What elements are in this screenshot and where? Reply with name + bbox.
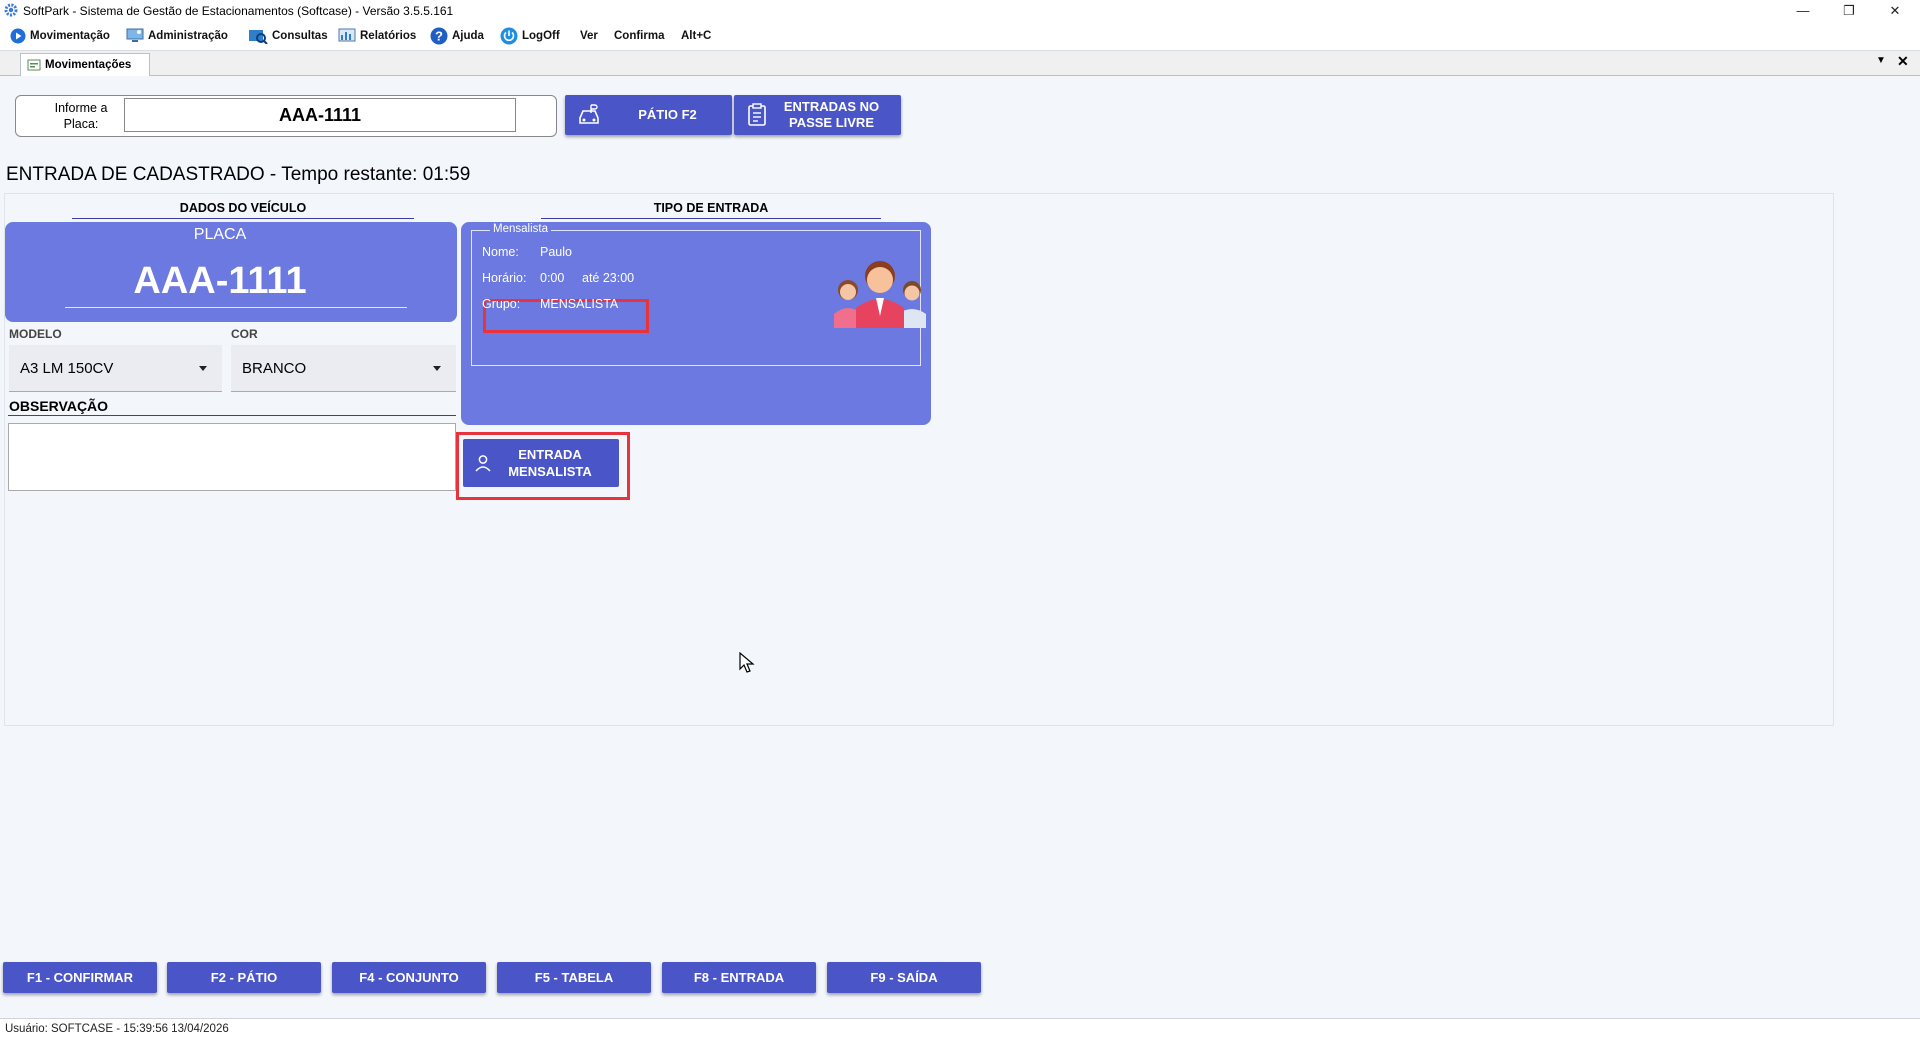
- menu-label: LogOff: [522, 30, 560, 42]
- menu-label: Movimentação: [30, 30, 110, 42]
- tab-movimentacoes[interactable]: Movimentações: [20, 53, 150, 76]
- minimize-button[interactable]: —: [1780, 0, 1826, 22]
- car-parking-icon: [579, 104, 599, 124]
- schedule-from: 0:00: [540, 271, 565, 285]
- tab-dropdown-icon[interactable]: ▼: [1876, 55, 1886, 66]
- vehicle-section-underline: [72, 218, 414, 219]
- menu-relatorios[interactable]: Relatórios: [338, 27, 416, 45]
- entry-type-card: Mensalista Nome: Paulo Horário: 0:00 até…: [461, 222, 931, 425]
- name-label: Nome:: [482, 245, 519, 259]
- model-value: A3 LM 150CV: [20, 359, 114, 377]
- f5-tabela-button[interactable]: F5 - TABELA: [497, 962, 651, 993]
- plate-input[interactable]: [124, 98, 516, 132]
- model-select[interactable]: A3 LM 150CV: [9, 345, 222, 392]
- help-icon: ?: [430, 27, 448, 45]
- document-tab-strip: Movimentações ▼ ✕: [0, 51, 1920, 76]
- menu-bar: Movimentação Administração Consultas Rel…: [0, 22, 1920, 51]
- entry-status-header: ENTRADA DE CADASTRADO - Tempo restante: …: [6, 164, 471, 185]
- svg-text:?: ?: [435, 29, 443, 44]
- menu-administracao[interactable]: Administração: [126, 27, 228, 45]
- menu-ajuda[interactable]: ? Ajuda: [430, 27, 484, 45]
- f8-entrada-button[interactable]: F8 - ENTRADA: [662, 962, 816, 993]
- menu-logoff[interactable]: LogOff: [500, 27, 560, 45]
- plate-value: AAA-1111: [133, 260, 307, 302]
- mensalista-legend: Mensalista: [490, 223, 551, 235]
- passe-livre-button-label: ENTRADAS NO PASSE LIVRE: [783, 99, 880, 130]
- app-gear-icon: [4, 3, 18, 17]
- people-group-icon: [834, 261, 926, 328]
- menu-label: Consultas: [272, 30, 328, 42]
- restore-button[interactable]: ❐: [1826, 0, 1872, 22]
- report-icon: [338, 28, 356, 42]
- window-title: SoftPark - Sistema de Gestão de Estacion…: [23, 4, 454, 18]
- chevron-down-icon: [199, 365, 207, 371]
- group-label: Grupo:: [482, 297, 521, 311]
- f4-conjunto-button[interactable]: F4 - CONJUNTO: [332, 962, 486, 993]
- observation-underline: [8, 415, 456, 416]
- plate-underline: [65, 307, 407, 308]
- tab-label: Movimentações: [45, 59, 132, 71]
- plate-entry-group: Informe a Placa:: [15, 95, 557, 137]
- status-text: Usuário: SOFTCASE - 15:39:56 13/04/2026: [5, 1023, 229, 1035]
- menu-consultas[interactable]: Consultas: [248, 27, 328, 45]
- power-icon: [500, 27, 518, 45]
- menu-label: Ajuda: [452, 30, 484, 42]
- play-icon: [10, 28, 26, 44]
- menu-movimentacao[interactable]: Movimentação: [10, 27, 110, 45]
- color-value: BRANCO: [242, 359, 307, 377]
- mouse-cursor-icon: [739, 652, 755, 673]
- vehicle-plate-card: PLACA AAA-1111: [5, 222, 457, 322]
- name-value: Paulo: [540, 245, 572, 259]
- entrada-mensalista-label: ENTRADA MENSALISTA: [508, 447, 592, 479]
- menu-alt-c[interactable]: Alt+C: [681, 27, 711, 45]
- observation-textarea[interactable]: [8, 423, 456, 491]
- observation-caption: OBSERVAÇÃO: [9, 398, 109, 414]
- entry-type-section-underline: [541, 218, 881, 219]
- f1-confirmar-button[interactable]: F1 - CONFIRMAR: [3, 962, 157, 993]
- chevron-down-icon: [433, 365, 441, 371]
- clipboard-icon: [748, 103, 766, 126]
- patio-button[interactable]: PÁTIO F2: [565, 95, 732, 135]
- entrada-mensalista-button[interactable]: ENTRADA MENSALISTA: [463, 439, 619, 487]
- menu-label: Administração: [148, 30, 228, 42]
- plate-caption: PLACA: [193, 226, 247, 243]
- entry-type-section-title: TIPO DE ENTRADA: [653, 201, 769, 215]
- form-icon: [27, 59, 41, 71]
- menu-confirma[interactable]: Confirma: [614, 27, 664, 45]
- schedule-label: Horário:: [482, 271, 527, 285]
- tab-close-icon[interactable]: ✕: [1897, 53, 1909, 70]
- entry-button-highlight-box: ENTRADA MENSALISTA: [456, 432, 630, 500]
- patio-button-label: PÁTIO F2: [638, 107, 697, 122]
- plate-label: Informe a Placa:: [54, 101, 108, 131]
- passe-livre-button[interactable]: ENTRADAS NO PASSE LIVRE: [734, 95, 901, 135]
- color-caption: COR: [231, 327, 258, 341]
- menu-ver[interactable]: Ver: [580, 27, 598, 45]
- menu-label: Relatórios: [360, 30, 417, 42]
- group-value: MENSALISTA: [540, 297, 619, 311]
- color-select[interactable]: BRANCO: [231, 345, 456, 392]
- monitor-icon: [126, 28, 144, 42]
- f2-patio-button[interactable]: F2 - PÁTIO: [167, 962, 321, 993]
- close-window-button[interactable]: ✕: [1872, 0, 1918, 22]
- user-icon: [475, 455, 491, 472]
- search-icon: [249, 30, 268, 44]
- model-caption: MODELO: [9, 327, 62, 341]
- status-bar: Usuário: SOFTCASE - 15:39:56 13/04/2026: [0, 1018, 1920, 1041]
- f9-saida-button[interactable]: F9 - SAÍDA: [827, 962, 981, 993]
- mensalista-groupbox: Mensalista Nome: Paulo Horário: 0:00 até…: [471, 223, 926, 366]
- title-bar: SoftPark - Sistema de Gestão de Estacion…: [0, 0, 1920, 22]
- vehicle-section-title: DADOS DO VEÍCULO: [179, 201, 307, 215]
- schedule-to: até 23:00: [582, 271, 635, 285]
